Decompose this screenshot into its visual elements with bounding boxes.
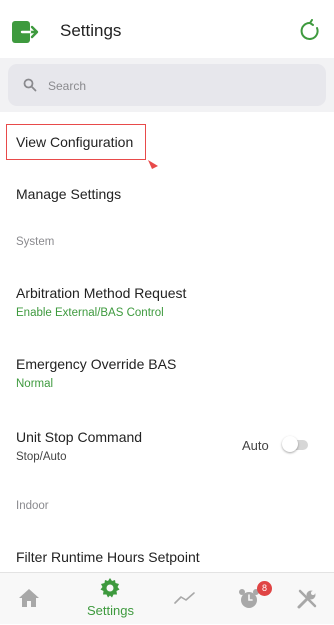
tab-trends[interactable] bbox=[152, 573, 218, 625]
tab-alarms[interactable]: 8 bbox=[218, 573, 276, 625]
emergency-override-item[interactable]: Emergency Override BAS bbox=[16, 356, 176, 372]
unit-stop-command-item[interactable]: Unit Stop Command bbox=[16, 429, 142, 445]
logout-icon[interactable] bbox=[12, 21, 40, 43]
section-header-system: System bbox=[16, 236, 55, 248]
pointer-arrow-icon bbox=[148, 160, 158, 169]
emergency-override-value: Normal bbox=[16, 378, 54, 390]
tab-tools[interactable] bbox=[276, 573, 334, 625]
search-field[interactable] bbox=[8, 64, 326, 106]
tab-settings-label: Settings bbox=[87, 603, 134, 618]
refresh-icon[interactable] bbox=[298, 19, 322, 43]
tools-icon bbox=[297, 589, 317, 609]
settings-list: View Configuration Manage Settings Syste… bbox=[0, 112, 334, 572]
tab-home[interactable] bbox=[0, 573, 66, 625]
home-icon bbox=[19, 589, 39, 607]
auto-toggle[interactable] bbox=[282, 436, 308, 452]
search-icon bbox=[23, 78, 37, 92]
page-title: Settings bbox=[60, 21, 122, 40]
alarm-badge: 8 bbox=[257, 581, 272, 596]
manage-settings-item[interactable]: Manage Settings bbox=[16, 186, 121, 202]
auto-label: Auto bbox=[242, 438, 269, 453]
arbitration-method-item[interactable]: Arbitration Method Request bbox=[16, 285, 186, 301]
arbitration-method-value: Enable External/BAS Control bbox=[16, 307, 164, 319]
gear-icon bbox=[100, 578, 120, 598]
tab-bar: Settings 8 bbox=[0, 572, 334, 624]
section-header-indoor: Indoor bbox=[16, 500, 49, 512]
unit-stop-command-value: Stop/Auto bbox=[16, 451, 67, 463]
header: Settings bbox=[0, 0, 334, 62]
view-configuration-item[interactable]: View Configuration bbox=[16, 134, 133, 150]
filter-runtime-item[interactable]: Filter Runtime Hours Setpoint bbox=[16, 549, 200, 565]
search-input[interactable] bbox=[46, 74, 310, 98]
toggle-knob bbox=[282, 436, 298, 452]
tab-settings[interactable]: Settings bbox=[66, 573, 152, 625]
search-bar bbox=[0, 58, 334, 112]
trend-icon bbox=[174, 592, 195, 604]
